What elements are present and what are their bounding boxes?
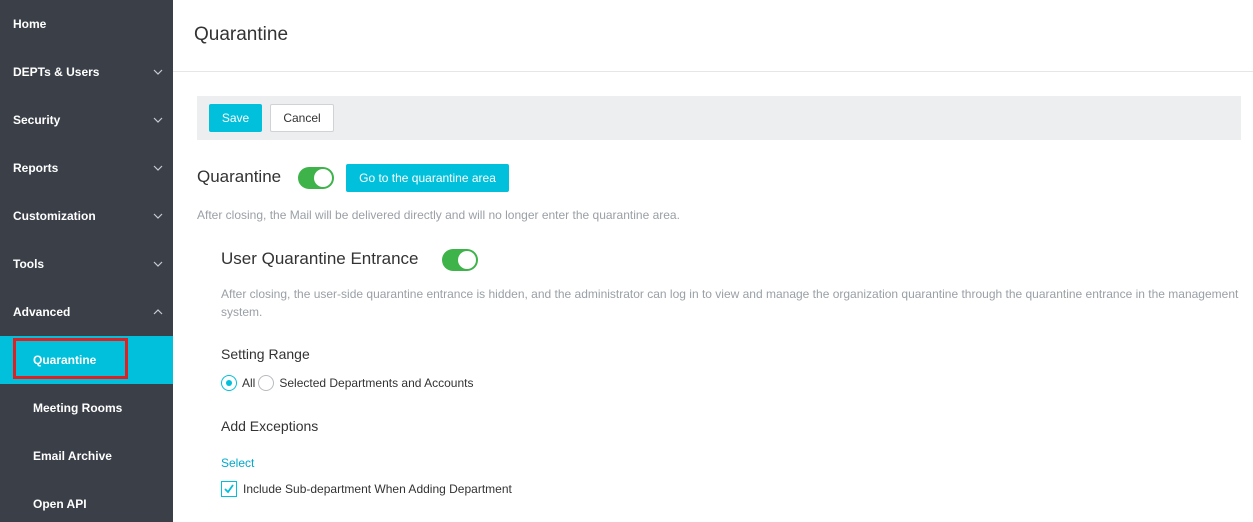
- user-entrance-toggle[interactable]: [442, 249, 478, 271]
- sidebar-item-label: Home: [13, 17, 47, 31]
- divider: [173, 71, 1253, 72]
- sidebar-item-tools[interactable]: Tools: [0, 240, 173, 288]
- sidebar-item-reports[interactable]: Reports: [0, 144, 173, 192]
- radio-selected-departments[interactable]: [258, 375, 275, 391]
- chevron-down-icon: [153, 163, 163, 173]
- user-entrance-title: User Quarantine Entrance: [221, 249, 419, 268]
- select-link[interactable]: Select: [221, 456, 254, 470]
- include-sub-department-row: Include Sub-department When Adding Depar…: [221, 481, 512, 497]
- sidebar-item-label: Tools: [13, 257, 45, 271]
- checkmark-icon: [224, 484, 234, 494]
- sidebar-item-home[interactable]: Home: [0, 0, 173, 48]
- sidebar-item-label: Advanced: [13, 305, 71, 319]
- sidebar-subitem-email-archive[interactable]: Email Archive: [0, 432, 173, 480]
- include-sub-department-checkbox[interactable]: [221, 481, 237, 497]
- sidebar-subitem-quarantine[interactable]: Quarantine: [0, 336, 173, 384]
- go-to-quarantine-button[interactable]: Go to the quarantine area: [346, 164, 509, 192]
- setting-range-options: All Selected Departments and Accounts: [221, 375, 476, 391]
- main-content: Quarantine Save Cancel Quarantine Go to …: [173, 0, 1253, 522]
- radio-selected-departments-label: Selected Departments and Accounts: [279, 376, 474, 390]
- sidebar-item-label: DEPTs & Users: [13, 65, 100, 79]
- sidebar-item-advanced[interactable]: Advanced: [0, 288, 173, 336]
- sidebar-subitem-meeting-rooms[interactable]: Meeting Rooms: [0, 384, 173, 432]
- sidebar-item-label: Customization: [13, 209, 96, 223]
- sidebar-item-label: Security: [13, 113, 61, 127]
- page-title: Quarantine: [194, 24, 289, 45]
- include-sub-department-label: Include Sub-department When Adding Depar…: [243, 482, 512, 496]
- save-button[interactable]: Save: [209, 104, 262, 132]
- sidebar-item-customization[interactable]: Customization: [0, 192, 173, 240]
- sidebar-item-security[interactable]: Security: [0, 96, 173, 144]
- quarantine-toggle[interactable]: [298, 167, 334, 189]
- sidebar-item-label: Email Archive: [33, 449, 112, 463]
- add-exceptions-label: Add Exceptions: [221, 418, 319, 434]
- chevron-down-icon: [153, 115, 163, 125]
- quarantine-description: After closing, the Mail will be delivere…: [197, 208, 680, 222]
- sidebar-item-depts-users[interactable]: DEPTs & Users: [0, 48, 173, 96]
- highlight-box: [13, 338, 128, 379]
- chevron-down-icon: [153, 259, 163, 269]
- sidebar-item-label: Open API: [33, 497, 87, 511]
- sidebar-subitem-open-api[interactable]: Open API: [0, 480, 173, 522]
- toolbar: Save Cancel: [197, 96, 1241, 140]
- sidebar: Home DEPTs & Users Security Reports Cust…: [0, 0, 173, 522]
- chevron-down-icon: [153, 211, 163, 221]
- quarantine-title: Quarantine: [197, 167, 282, 186]
- sidebar-item-label: Reports: [13, 161, 59, 175]
- user-entrance-description: After closing, the user-side quarantine …: [221, 287, 1239, 319]
- radio-all-label: All: [242, 376, 256, 390]
- cancel-button[interactable]: Cancel: [270, 104, 334, 132]
- chevron-up-icon: [153, 307, 163, 317]
- chevron-down-icon: [153, 67, 163, 77]
- radio-all[interactable]: [221, 375, 237, 391]
- sidebar-item-label: Meeting Rooms: [33, 401, 123, 415]
- setting-range-label: Setting Range: [221, 346, 310, 362]
